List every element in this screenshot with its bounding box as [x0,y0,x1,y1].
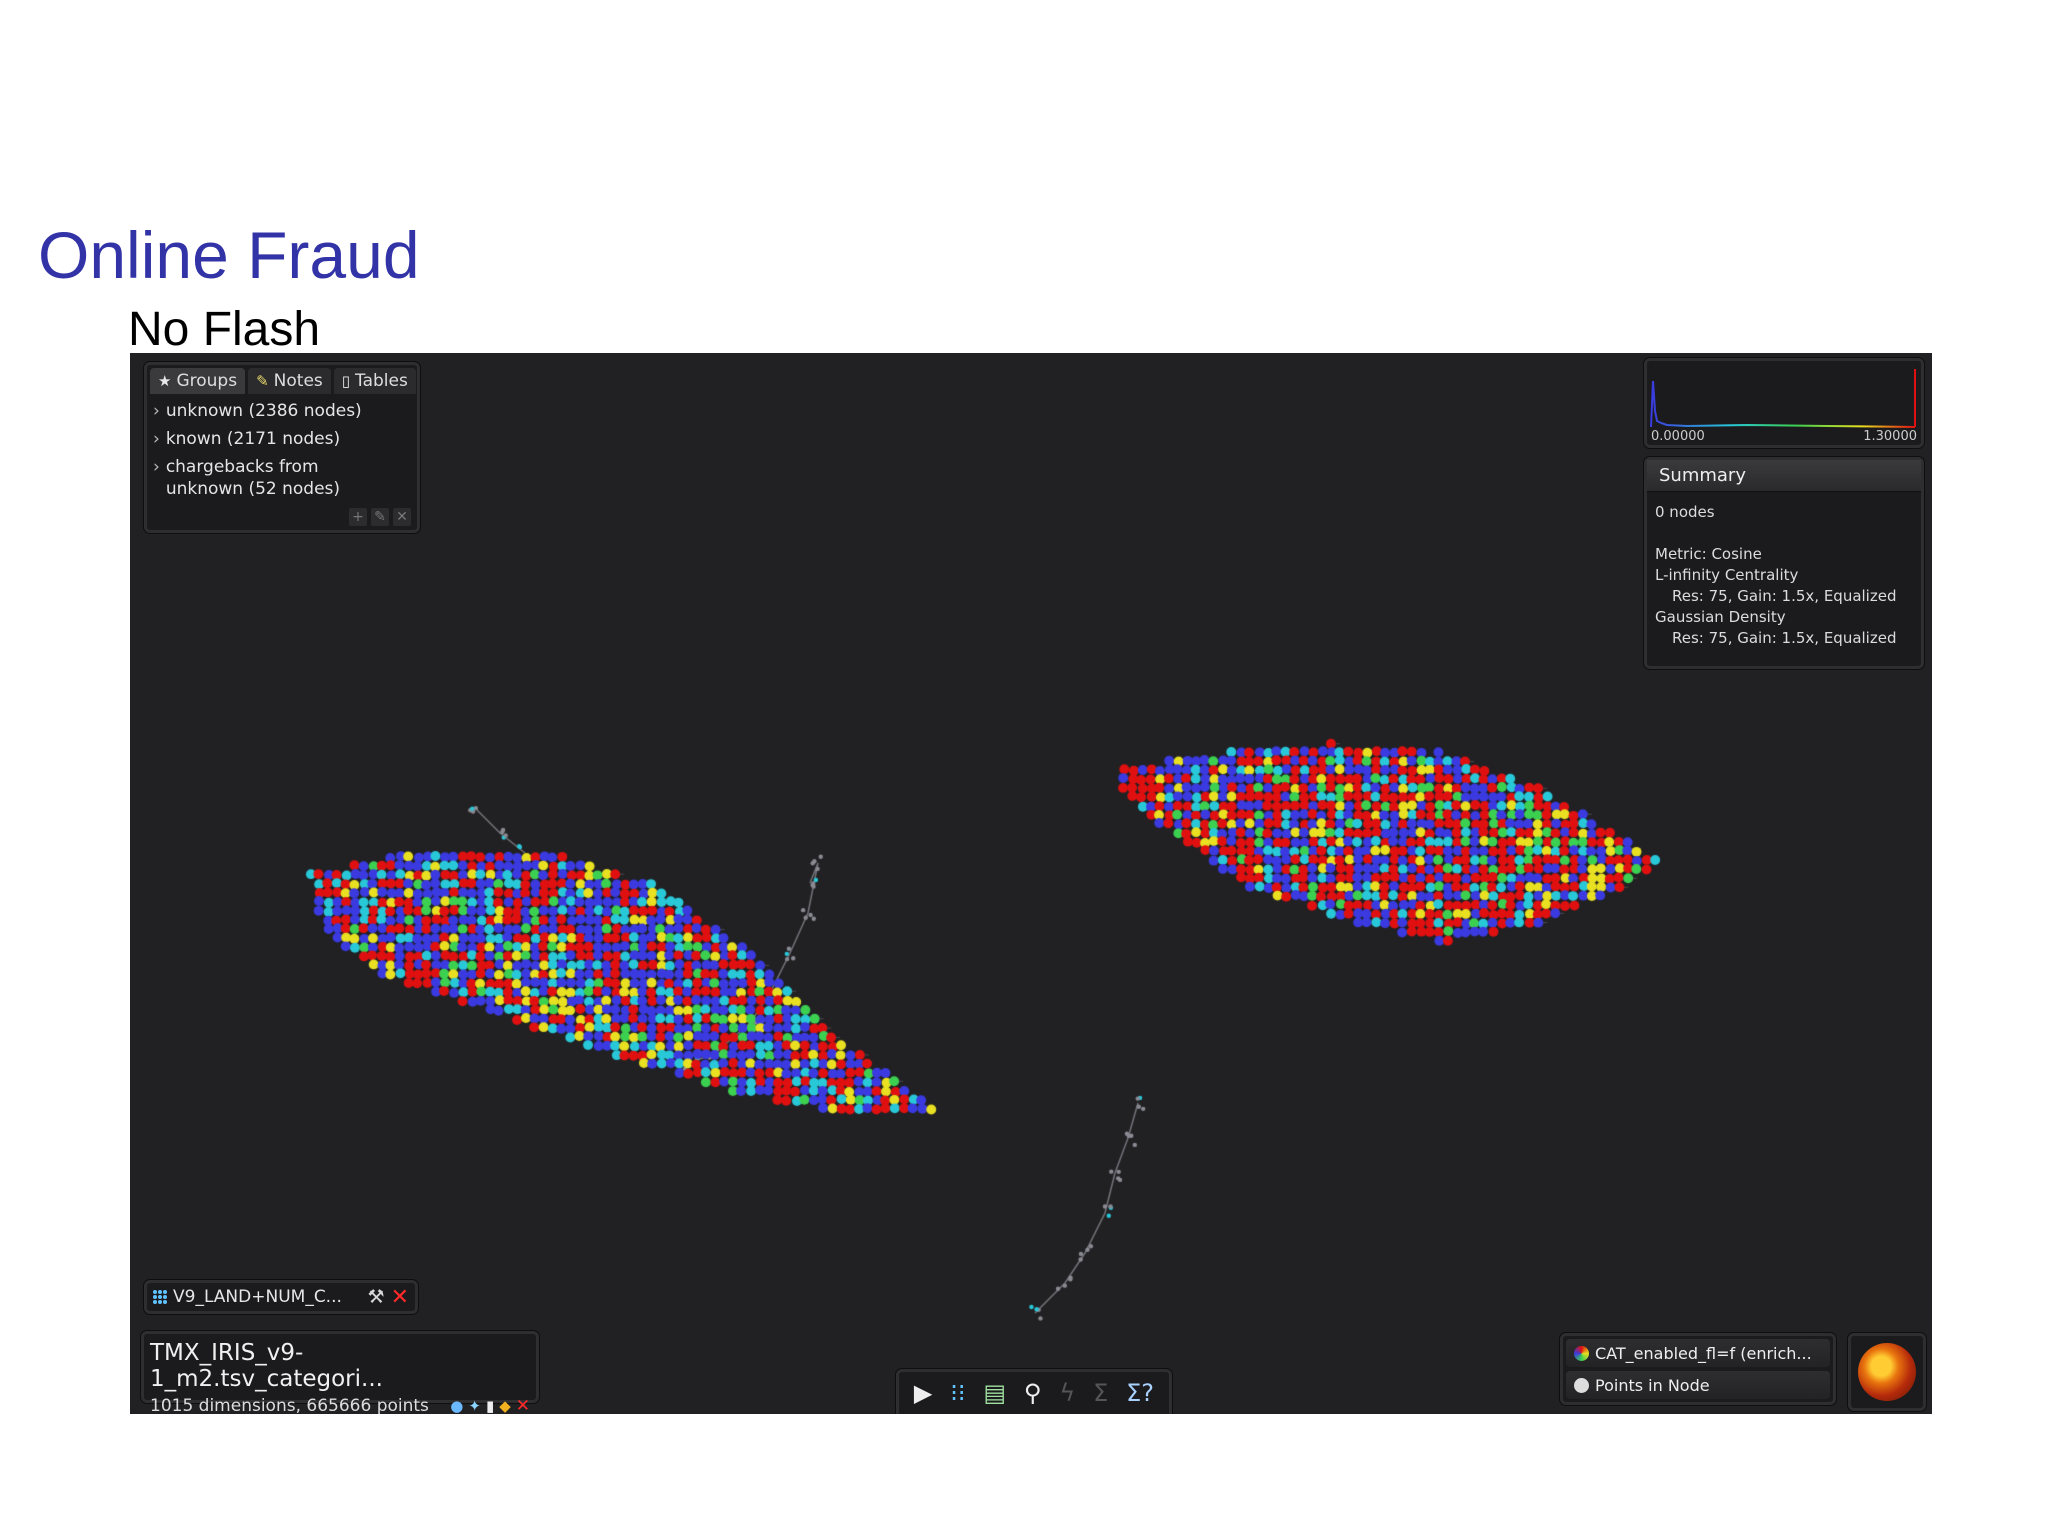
chevron-right-icon: › [153,401,160,421]
histogram-min-label: 0.00000 [1651,429,1705,444]
summary-node-count: 0 nodes [1655,503,1715,521]
slide-title: Online Fraud [38,218,420,292]
play-button[interactable]: ▶ [914,1379,932,1407]
summary-panel: Summary 0 nodes Metric: Cosine L-infinit… [1644,457,1924,669]
histogram-max-label: 1.30000 [1863,429,1917,444]
info-icon[interactable]: ● [450,1397,463,1414]
explain-button[interactable]: Σ? [1126,1379,1154,1407]
lens-label: V9_LAND+NUM_C... [173,1287,342,1307]
wrench-icon[interactable]: ⚒ [368,1286,385,1308]
search-button[interactable]: ⚲ [1024,1379,1042,1407]
delete-group-button[interactable]: ✕ [393,508,411,526]
color-panel: CAT_enabled_fl=f (enrich... Points in No… [1560,1333,1836,1405]
folder-icon[interactable]: ◆ [499,1397,511,1414]
clipboard-button[interactable]: ▤ [983,1379,1006,1407]
lightning-button[interactable]: ϟ [1059,1379,1075,1407]
tab-groups[interactable]: ★ Groups [150,368,246,394]
tab-tables[interactable]: ▯ Tables [333,368,416,394]
groups-panel: ★ Groups ✎ Notes ▯ Tables › unknown (2386 no… [144,362,420,533]
dataset-meta: 1015 dimensions, 665666 points [150,1396,429,1414]
summary-metric: Metric: Cosine [1655,545,1762,563]
dataset-panel: TMX_IRIS_v9-1_m2.tsv_categori... 1015 di… [141,1331,539,1414]
chevron-right-icon: › [153,457,160,477]
chevron-right-icon: › [153,429,160,449]
summary-lens-2: Gaussian Density [1655,608,1786,626]
logo-panel [1848,1333,1926,1411]
bottom-toolbar: ▶ ⁝⁝ ▤ ⚲ ϟ Σ Σ? [896,1369,1172,1414]
lens-panel[interactable]: V9_LAND+NUM_C... ⚒ ✕ [144,1280,418,1314]
group-item-unknown[interactable]: › unknown (2386 nodes) [153,400,411,422]
color-histogram: 0.00000 1.30000 [1644,358,1924,448]
ayasdi-logo-icon [1858,1343,1916,1401]
dataset-name: TMX_IRIS_v9-1_m2.tsv_categori... [150,1340,383,1392]
summary-title: Summary [1647,460,1921,492]
app-window: ★ Groups ✎ Notes ▯ Tables › unknown (2386 no… [130,353,1932,1414]
tab-notes[interactable]: ✎ Notes [248,368,331,394]
summary-lens-2-params: Res: 75, Gain: 1.5x, Equalized [1672,629,1897,647]
note-icon: ✎ [256,372,269,390]
close-icon[interactable]: ✕ [391,1285,409,1310]
network-icon [153,1290,167,1304]
color-by-dropdown[interactable]: CAT_enabled_fl=f (enrich... [1566,1339,1830,1367]
document-icon: ▯ [341,372,351,390]
star-icon: ★ [158,372,172,390]
add-group-button[interactable]: + [349,508,367,526]
size-by-dropdown[interactable]: Points in Node [1566,1371,1830,1399]
summary-lens-1: L-infinity Centrality [1655,566,1799,584]
network-button[interactable]: ⁝⁝ [950,1379,965,1407]
group-item-chargebacks[interactable]: › chargebacks from unknown (52 nodes) [153,456,411,500]
close-icon[interactable]: ✕ [516,1396,530,1414]
edit-group-button[interactable]: ✎ [371,508,389,526]
summary-lens-1-params: Res: 75, Gain: 1.5x, Equalized [1672,587,1897,605]
slide-subtitle: No Flash [128,303,321,356]
size-icon [1574,1377,1589,1393]
group-item-known[interactable]: › known (2171 nodes) [153,428,411,450]
pin-icon[interactable]: ✦ [468,1397,481,1414]
color-wheel-icon [1574,1345,1589,1361]
document-icon[interactable]: ▮ [486,1397,494,1414]
sum-button[interactable]: Σ [1093,1379,1108,1407]
